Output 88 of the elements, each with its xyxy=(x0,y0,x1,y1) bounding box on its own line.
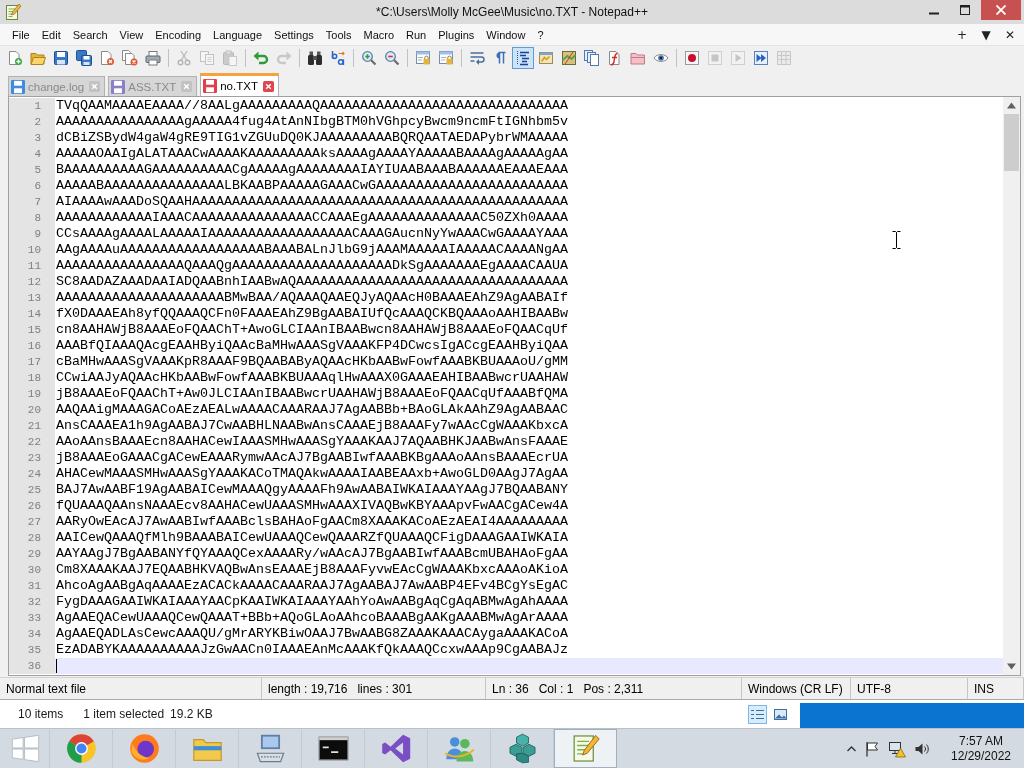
dropdown-button[interactable]: ▼ xyxy=(974,27,998,42)
line-number: 18 xyxy=(9,370,55,386)
status-text: Normal text file xyxy=(6,681,87,696)
line-number: 5 xyxy=(9,162,55,178)
ribbon-logo-icon xyxy=(381,733,412,764)
menu-item[interactable]: Run xyxy=(400,28,433,41)
line-number: 12 xyxy=(9,274,55,290)
line-number: 23 xyxy=(9,450,55,466)
line-number: 1 xyxy=(9,98,55,114)
menu-item[interactable]: Edit xyxy=(35,28,67,41)
menu-item[interactable]: Tools xyxy=(319,28,358,41)
menu-item[interactable]: File xyxy=(6,28,36,41)
line-number: 7 xyxy=(9,194,55,210)
status-text: Ln : 36 xyxy=(492,681,529,696)
hexagons-icon xyxy=(507,733,538,764)
line-number: 17 xyxy=(9,354,55,370)
window-title: *C:\Users\Molly McGee\Music\no.TXT - Notepad++ xyxy=(376,5,648,19)
menu-item[interactable]: Search xyxy=(66,28,114,41)
mouse-cursor-icon xyxy=(892,231,901,249)
status-text: 10 items xyxy=(18,707,64,721)
flag-icon[interactable] xyxy=(864,740,880,757)
line-number: 2 xyxy=(9,114,55,130)
line-number: 24 xyxy=(9,466,55,482)
line-number: 8 xyxy=(9,210,55,226)
file-tab[interactable]: no.TXT xyxy=(200,73,279,96)
window-panes-icon xyxy=(9,733,41,764)
network-warning-icon[interactable] xyxy=(888,739,906,758)
computer-keyboard-icon xyxy=(255,733,286,764)
line-number: 9 xyxy=(9,226,55,242)
caret-up-icon[interactable] xyxy=(847,744,856,753)
notepad-icon xyxy=(4,3,22,21)
line-number: 30 xyxy=(9,562,55,578)
view-button[interactable] xyxy=(748,704,767,724)
line-number: 28 xyxy=(9,530,55,546)
menu-item[interactable]: Settings xyxy=(268,28,320,41)
scrollbar-thumb[interactable] xyxy=(1004,114,1019,171)
picture-view-icon xyxy=(774,708,787,720)
menu-item[interactable]: View xyxy=(113,28,150,41)
line-number: 22 xyxy=(9,434,55,450)
menu-item[interactable]: ? xyxy=(531,28,550,41)
close-icon[interactable] xyxy=(262,80,274,92)
text-cursor xyxy=(56,659,57,673)
line-number: 19 xyxy=(9,386,55,402)
plus-button[interactable]: + xyxy=(950,27,974,42)
line-number: 20 xyxy=(9,402,55,418)
line-number: 14 xyxy=(9,306,55,322)
clock-date: 12/29/2022 xyxy=(950,748,1012,764)
line-number: 34 xyxy=(9,626,55,642)
line-number: 35 xyxy=(9,642,55,658)
status-text: INS xyxy=(974,681,994,696)
line-number: 11 xyxy=(9,258,55,274)
line-number: 13 xyxy=(9,290,55,306)
status-text: 19.2 KB xyxy=(170,707,213,721)
menu-item[interactable]: Encoding xyxy=(149,28,208,41)
status-text: UTF-8 xyxy=(857,681,891,696)
status-text: Pos : 2,311 xyxy=(583,681,644,696)
line-number: 27 xyxy=(9,514,55,530)
line-number: 6 xyxy=(9,178,55,194)
line-number: 29 xyxy=(9,546,55,562)
line-number: 10 xyxy=(9,242,55,258)
menu-item[interactable]: Macro xyxy=(357,28,401,41)
line-number: 16 xyxy=(9,338,55,354)
line-number: 33 xyxy=(9,610,55,626)
line-number: 36 xyxy=(9,658,55,674)
status-text: lines : 301 xyxy=(357,681,413,696)
menu-item[interactable]: Window xyxy=(480,28,532,41)
status-text: Col : 1 xyxy=(538,681,574,696)
status-text: 1 item selected xyxy=(83,707,165,721)
line-number: 15 xyxy=(9,322,55,338)
close-button[interactable]: ✕ xyxy=(998,27,1022,42)
indent-lines-icon[interactable] xyxy=(512,47,534,69)
menu-item[interactable]: Language xyxy=(207,28,269,41)
circle-logo-icon xyxy=(66,733,97,764)
line-number: 3 xyxy=(9,130,55,146)
clock-time: 7:57 AM xyxy=(959,733,1003,749)
line-number: 32 xyxy=(9,594,55,610)
status-text: Windows (CR LF) xyxy=(748,681,843,696)
floppy-disks-icon[interactable] xyxy=(73,47,95,69)
details-view-icon xyxy=(751,708,764,720)
menu-item[interactable]: Plugins xyxy=(432,28,481,41)
line-number: 25 xyxy=(9,482,55,498)
line-number: 4 xyxy=(9,146,55,162)
line-number: 26 xyxy=(9,498,55,514)
close-icon xyxy=(996,5,1006,15)
status-text: length : 19,716 xyxy=(268,681,348,696)
line-number: 21 xyxy=(9,418,55,434)
line-number: 31 xyxy=(9,578,55,594)
ring-logo-icon xyxy=(129,733,160,764)
